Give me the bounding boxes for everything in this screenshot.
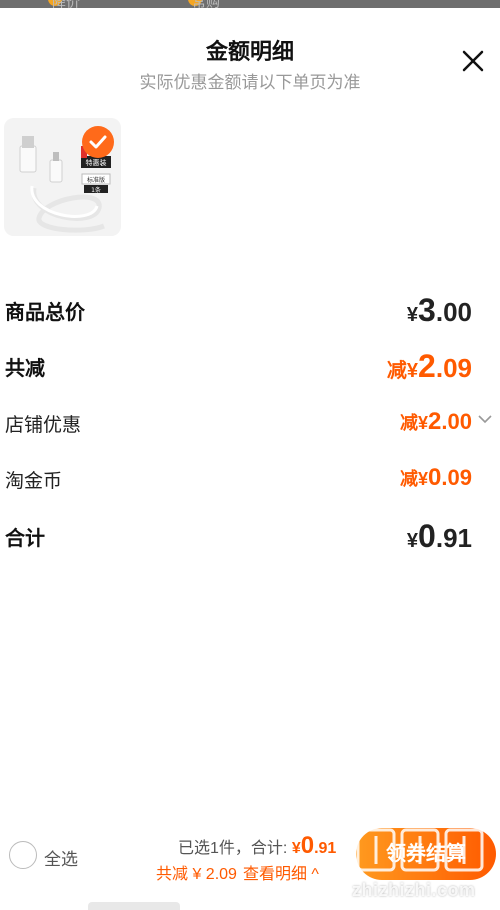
amount-integer: 3 (418, 292, 436, 328)
badge-spec: 标准版 (87, 176, 105, 184)
shop-discount-value: 减¥2.00 (400, 408, 472, 436)
row-total-discount: 共减 减¥2.09 (0, 344, 500, 384)
amount-decimal: .00 (441, 409, 472, 434)
badge-qty: 1条 (91, 186, 101, 194)
discount-prefix: 减 (386, 360, 407, 382)
row-shop-discount[interactable]: 店铺优惠 减¥2.00 (0, 402, 500, 442)
sheet-title: 金额明细 (205, 39, 294, 64)
row-grand-total: 合计 ¥0.91 (0, 514, 500, 554)
currency-symbol: ¥ (406, 304, 419, 326)
view-detail-link[interactable]: 查看明细 ^ (243, 866, 319, 883)
bottom-total-amount: ¥0.91 (291, 832, 337, 859)
row-taobao-coins: 淘金币 减¥0.09 (0, 458, 500, 498)
checkout-button[interactable]: 领券结算 (356, 828, 496, 880)
select-all-radio[interactable] (9, 841, 37, 869)
close-icon[interactable] (458, 46, 488, 76)
amount-decimal: .00 (435, 297, 472, 327)
taobao-coins-label: 淘金币 (5, 471, 63, 492)
currency-symbol: ¥ (406, 360, 419, 382)
amount-integer: 0 (418, 518, 436, 554)
underlay-label-frequent: 常购 (192, 0, 220, 8)
amount-integer: 0 (428, 464, 442, 491)
bottom-discount-text: 共减 ¥ 2.09 (156, 866, 237, 883)
total-label: 合计: (250, 840, 292, 857)
amount-decimal: .09 (435, 353, 472, 383)
grand-total-label: 合计 (5, 528, 45, 550)
amount-decimal: .09 (441, 465, 472, 490)
discount-summary: 共减 ¥ 2.09 查看明细 ^ (156, 860, 319, 884)
home-indicator (88, 902, 180, 910)
currency-symbol: ¥ (418, 469, 429, 489)
amount-integer: 2 (418, 348, 436, 384)
discount-prefix: 减 (400, 413, 419, 433)
select-all-label[interactable]: 全选 (44, 845, 78, 870)
badge-special: 特惠装 (86, 158, 107, 167)
watermark-text: zhizhizhi.com (352, 880, 476, 900)
chevron-down-icon[interactable] (478, 414, 492, 424)
selected-count: 已选1件， (178, 840, 251, 857)
amount-decimal: .91 (314, 840, 337, 857)
grand-total-value: ¥0.91 (407, 518, 472, 555)
goods-total-value: ¥3.00 (407, 292, 472, 329)
currency-symbol: ¥ (406, 530, 419, 552)
amount-integer: 2 (428, 408, 442, 435)
shop-discount-label: 店铺优惠 (5, 415, 82, 436)
currency-symbol: ¥ (291, 840, 301, 857)
selection-summary: 已选1件，合计: ¥0.91 (178, 832, 336, 860)
total-discount-value: 减¥2.09 (387, 348, 472, 385)
row-goods-total: 商品总价 ¥3.00 (0, 288, 500, 328)
sheet-subtitle: 实际优惠金额请以下单页为准 (139, 73, 361, 92)
discount-prefix: 减 (400, 469, 419, 489)
taobao-coins-value: 减¥0.09 (400, 464, 472, 492)
goods-total-label: 商品总价 (5, 302, 85, 324)
currency-symbol: ¥ (418, 413, 429, 433)
amount-integer: 0 (300, 832, 315, 859)
amount-decimal: .91 (435, 523, 472, 553)
underlying-page-strip: 降价 常购 (0, 0, 500, 8)
underlay-label-price-drop: 降价 (52, 0, 80, 8)
total-discount-label: 共减 (5, 358, 45, 380)
selected-check-icon (82, 126, 114, 158)
